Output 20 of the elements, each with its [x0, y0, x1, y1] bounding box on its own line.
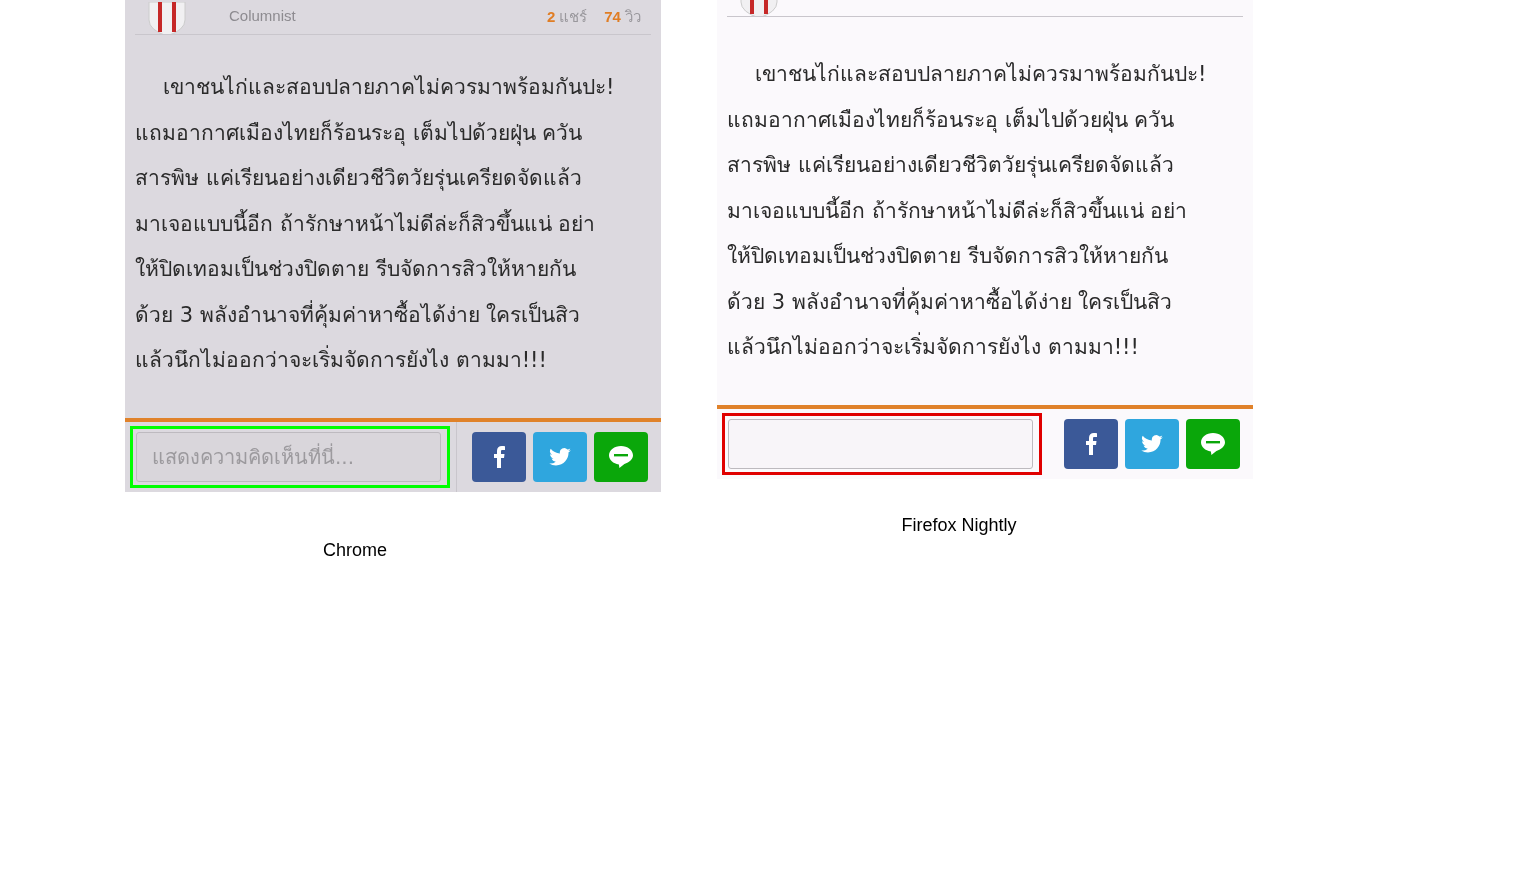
twitter-share-button[interactable]: [533, 431, 587, 482]
facebook-share-button[interactable]: [472, 431, 526, 482]
comment-field[interactable]: แสดงความคิดเห็นที่นี่...: [136, 431, 441, 482]
browser-caption: Chrome: [323, 539, 387, 561]
facebook-share-button[interactable]: [1064, 418, 1118, 469]
line-share-button[interactable]: [1186, 418, 1240, 469]
line-share-button[interactable]: [594, 431, 648, 482]
bird-icon: [549, 447, 571, 466]
article-paragraph: เขาชนไก่และสอบปลายภาคไม่ควรมาพร้อมกันปะ! แถมอากาศเมืองไทยก็ร้อนระอุ เต็มไปด้วยฝุ่น ควัน สารพิษ แค่เรียนอย่างเดียวชีวิตวัยรุ่นเครียดจัดแล้ว มาเจอแบบนี้อีก ถ้ารักษาหน้าไม่ดีล่ะก็สิวขึ้นแน่ อย่า ให้ปิดเทอมเป็นช่วงปิดตาย รีบจัดการสิวให้หายกัน ด้วย 3 พลังอำนาจที่คุ้มค่าหาซื้อได้ง่าย ใครเป็นสิว แล้วนึกไม่ออกว่าจะเริ่มจัดการยังไง ตามมา!!!: [134, 74, 616, 374]
comment-field[interactable]: [728, 418, 1033, 469]
speech-bubble-icon: [608, 444, 634, 469]
share-view-stats: 2 แชร์ 74 วิว: [546, 7, 641, 27]
facebook-icon: [1085, 432, 1097, 455]
author-role: Columnist: [229, 7, 297, 24]
browser-caption: Firefox Nightly: [901, 514, 1017, 536]
facebook-icon: [493, 445, 505, 468]
bird-icon: [1141, 434, 1163, 453]
article-paragraph: เขาชนไก่และสอบปลายภาคไม่ควรมาพร้อมกันปะ! แถมอากาศเมืองไทยก็ร้อนระอุ เต็มไปด้วยฝุ่น ควัน สารพิษ แค่เรียนอย่างเดียวชีวิตวัยรุ่นเครียดจัดแล้ว มาเจอแบบนี้อีก ถ้ารักษาหน้าไม่ดีล่ะก็สิวขึ้นแน่ อย่า ให้ปิดเทอมเป็นช่วงปิดตาย รีบจัดการสิวให้หายกัน ด้วย 3 พลังอำนาจที่คุ้มค่าหาซื้อได้ง่าย ใครเป็นสิว แล้วนึกไม่ออกว่าจะเริ่มจัดการยังไง ตามมา!!!: [726, 61, 1208, 361]
speech-bubble-icon: [1200, 431, 1226, 456]
twitter-share-button[interactable]: [1125, 418, 1179, 469]
